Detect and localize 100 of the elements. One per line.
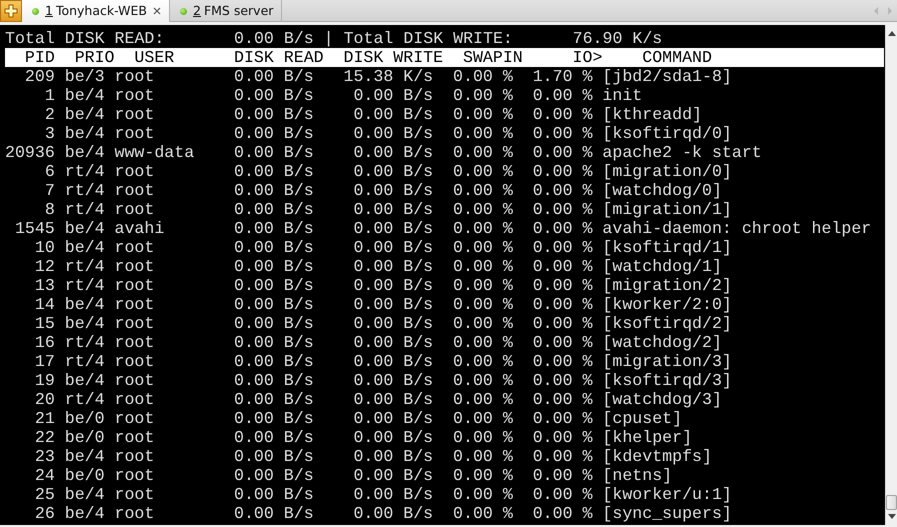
table-cell-text: 0.00 % bbox=[532, 504, 592, 523]
table-cell: [kworker/2:0] bbox=[602, 295, 732, 314]
column-header[interactable]: USER bbox=[134, 48, 204, 67]
table-cell: [cpuset] bbox=[602, 409, 682, 428]
column-header[interactable]: PID bbox=[5, 48, 55, 67]
table-cell-text: 0.00 % bbox=[452, 257, 513, 276]
table-cell-text: 0.00 % bbox=[452, 485, 513, 504]
table-cell-text: 0.00 % bbox=[452, 314, 513, 333]
table-cell-text: 0.00 % bbox=[452, 86, 513, 105]
table-cell-text: 0.00 % bbox=[532, 219, 592, 238]
column-header[interactable]: SWAPIN bbox=[443, 48, 523, 67]
table-cell: [watchdog/3] bbox=[602, 390, 722, 409]
table-cell-text: root bbox=[114, 314, 156, 333]
table-cell-text: 0.00 B/s bbox=[352, 295, 434, 314]
table-cell-text: 0.00 % bbox=[452, 143, 513, 162]
tab[interactable]: 2 FMS server bbox=[170, 0, 282, 22]
table-cell: [kthreadd] bbox=[602, 105, 702, 124]
table-cell-text: 0.00 B/s bbox=[352, 238, 434, 257]
table-cell-text: 0.00 % bbox=[452, 409, 513, 428]
table-cell: be/4 bbox=[64, 371, 105, 390]
table-cell-text: 0.00 B/s bbox=[232, 333, 314, 352]
table-cell: [ksoftirqd/1] bbox=[602, 238, 732, 257]
column-header[interactable]: IO> bbox=[522, 48, 602, 67]
close-icon[interactable] bbox=[153, 7, 161, 15]
table-cell-text: 0.00 B/s bbox=[232, 447, 314, 466]
column-header[interactable]: PRIO bbox=[74, 48, 115, 67]
table-cell: be/4 bbox=[64, 86, 105, 105]
table-cell: [jbd2/sda1-8] bbox=[602, 67, 732, 86]
table-cell-text: 0.00 B/s bbox=[232, 124, 314, 143]
table-cell: avahi-daemon: chroot helper bbox=[602, 219, 872, 238]
table-cell-text: 209 bbox=[24, 67, 55, 86]
table-cell-text: 0.00 B/s bbox=[232, 181, 314, 200]
table-cell-text: 0.00 B/s bbox=[352, 124, 434, 143]
table-cell: be/0 bbox=[64, 466, 105, 485]
table-cell-text: root bbox=[114, 504, 156, 523]
table-cell-text: root bbox=[114, 447, 156, 466]
table-cell-text: 0.00 B/s bbox=[352, 428, 434, 447]
table-cell-text: root bbox=[114, 352, 156, 371]
table-cell-text: 0.00 % bbox=[452, 447, 513, 466]
table-cell: be/0 bbox=[64, 409, 105, 428]
table-cell-text: root bbox=[114, 409, 156, 428]
table-cell-text: root bbox=[114, 200, 156, 219]
table-cell-text: 0.00 % bbox=[452, 276, 513, 295]
table-cell-text: root bbox=[114, 181, 156, 200]
table-cell-text: 0.00 B/s bbox=[232, 314, 314, 333]
table-cell-text: 0.00 B/s bbox=[232, 105, 314, 124]
table-cell: rt/4 bbox=[64, 276, 105, 295]
table-cell-text: root bbox=[114, 105, 156, 124]
tab[interactable]: 1 Tonyhack-WEB bbox=[22, 0, 170, 22]
table-cell-text: 0.00 B/s bbox=[352, 257, 434, 276]
table-cell: [watchdog/1] bbox=[602, 257, 722, 276]
table-cell: [migration/1] bbox=[602, 200, 732, 219]
table-cell-text: 12 bbox=[34, 257, 55, 276]
table-cell-text: 0.00 B/s bbox=[352, 390, 434, 409]
table-cell: init bbox=[602, 86, 642, 105]
status-dot-icon bbox=[32, 8, 39, 14]
table-cell-text: 0.00 % bbox=[532, 390, 592, 409]
table-cell: [migration/0] bbox=[602, 162, 732, 181]
table-cell: [ksoftirqd/0] bbox=[602, 124, 732, 143]
scroll-thumb[interactable] bbox=[886, 495, 897, 510]
column-header[interactable]: DISK READ bbox=[204, 48, 324, 67]
table-cell-text: 0.00 % bbox=[452, 238, 513, 257]
table-cell-text: 7 bbox=[44, 181, 55, 200]
table-cell-text: 13 bbox=[34, 276, 55, 295]
table-cell-text: 0.00 % bbox=[452, 333, 513, 352]
table-cell-text: 0.00 % bbox=[532, 352, 592, 371]
table-cell: be/4 bbox=[64, 143, 105, 162]
table-cell-text: 0.00 B/s bbox=[352, 409, 434, 428]
table-cell-text: root bbox=[114, 162, 156, 181]
table-cell-text: 17 bbox=[34, 352, 55, 371]
table-cell-text: 0.00 B/s bbox=[352, 466, 434, 485]
add-button[interactable] bbox=[0, 0, 22, 22]
table-cell: [watchdog/2] bbox=[602, 333, 722, 352]
summary-value: 76.90 K/s bbox=[572, 29, 662, 48]
table-cell: rt/4 bbox=[64, 200, 105, 219]
table-cell: rt/4 bbox=[64, 333, 105, 352]
table-cell: be/4 bbox=[64, 124, 105, 143]
table-cell-text: 0.00 B/s bbox=[232, 276, 314, 295]
table-cell: [kworker/u:1] bbox=[602, 485, 732, 504]
table-cell-text: 0.00 % bbox=[532, 295, 592, 314]
column-header[interactable]: COMMAND bbox=[642, 48, 712, 67]
table-cell: be/4 bbox=[64, 314, 105, 333]
table-cell-text: 0.00 % bbox=[452, 219, 513, 238]
table-cell: [migration/3] bbox=[602, 352, 732, 371]
table-cell-text: 0.00 B/s bbox=[232, 143, 314, 162]
table-cell: apache2 -k start bbox=[602, 143, 762, 162]
table-cell: rt/4 bbox=[64, 352, 105, 371]
table-cell-text: 0.00 % bbox=[532, 485, 592, 504]
table-cell-text: 0.00 B/s bbox=[232, 219, 314, 238]
table-cell: [watchdog/0] bbox=[602, 181, 722, 200]
table-cell-text: 0.00 % bbox=[532, 409, 592, 428]
table-cell: [ksoftirqd/3] bbox=[602, 371, 732, 390]
column-header[interactable]: DISK WRITE bbox=[324, 48, 444, 67]
table-cell-text: 0.00 B/s bbox=[352, 143, 434, 162]
table-cell-text: 1 bbox=[44, 86, 55, 105]
separator-text: | bbox=[324, 29, 334, 48]
table-cell-text: 0.00 % bbox=[452, 371, 513, 390]
table-cell-text: 0.00 % bbox=[452, 105, 513, 124]
table-cell-text: 0.00 B/s bbox=[232, 200, 314, 219]
table-cell-text: avahi bbox=[114, 219, 166, 238]
